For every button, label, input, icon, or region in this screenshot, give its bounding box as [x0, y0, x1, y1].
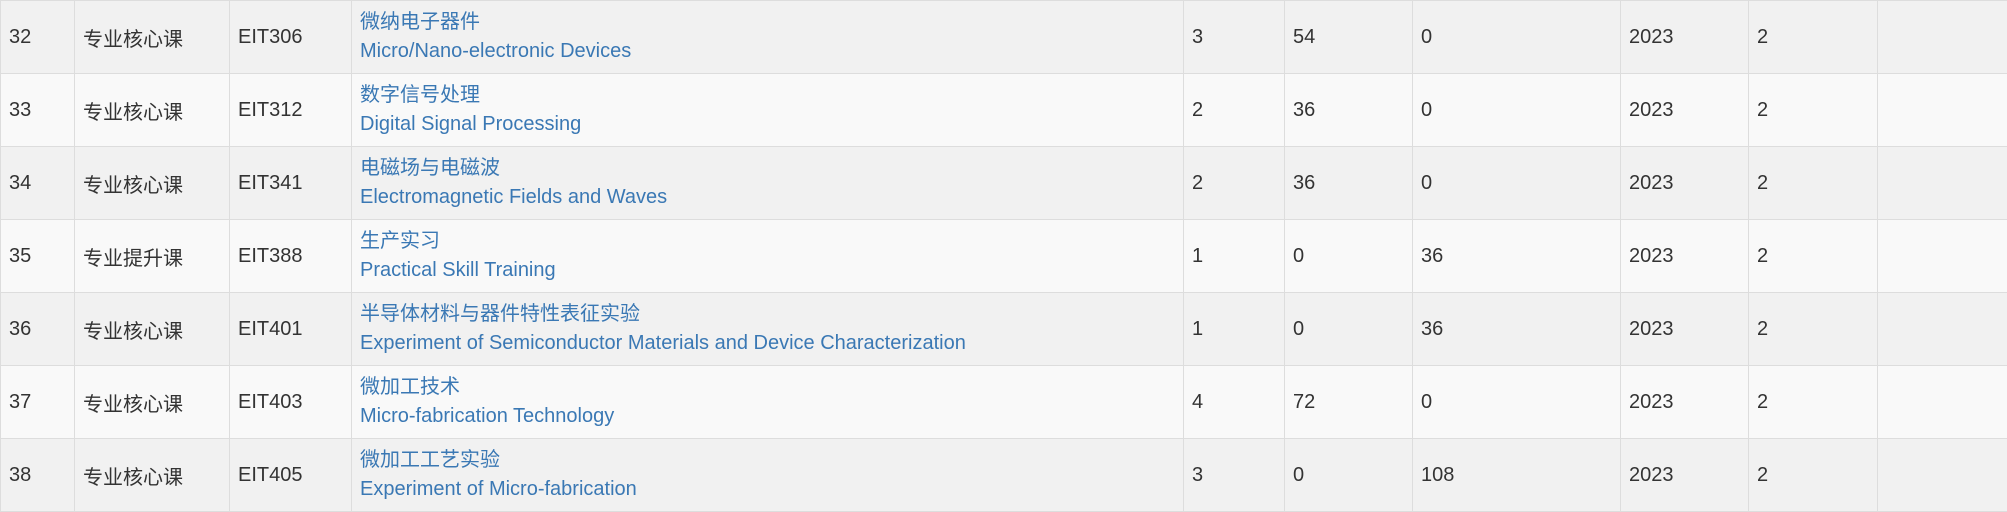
course-code: EIT388: [229, 219, 352, 293]
table-row: 34 专业核心课 EIT341 电磁场与电磁波 Electromagnetic …: [0, 146, 2007, 220]
course-type: 专业核心课: [74, 146, 230, 220]
course-code: EIT401: [229, 292, 352, 366]
row-index: 38: [0, 438, 75, 512]
lab-hours: 36: [1412, 292, 1621, 366]
course-type: 专业核心课: [74, 0, 230, 74]
lecture-hours: 36: [1284, 146, 1413, 220]
term: 2: [1748, 365, 1878, 439]
course-name-en-link[interactable]: Micro-fabrication Technology: [360, 402, 1175, 431]
year: 2023: [1620, 365, 1749, 439]
course-type: 专业核心课: [74, 73, 230, 147]
lab-hours: 108: [1412, 438, 1621, 512]
year: 2023: [1620, 146, 1749, 220]
course-name-cell: 数字信号处理 Digital Signal Processing: [351, 73, 1184, 147]
course-name-cn-link[interactable]: 微纳电子器件: [360, 8, 1175, 37]
term: 2: [1748, 438, 1878, 512]
course-table: 32 专业核心课 EIT306 微纳电子器件 Micro/Nano-electr…: [0, 0, 2007, 512]
note: [1877, 292, 2007, 366]
lab-hours: 0: [1412, 73, 1621, 147]
course-credits: 2: [1183, 146, 1285, 220]
term: 2: [1748, 146, 1878, 220]
course-code: EIT403: [229, 365, 352, 439]
term: 2: [1748, 73, 1878, 147]
year: 2023: [1620, 0, 1749, 74]
row-index: 35: [0, 219, 75, 293]
course-name-en-link[interactable]: Experiment of Micro-fabrication: [360, 475, 1175, 504]
course-type: 专业提升课: [74, 219, 230, 293]
lecture-hours: 36: [1284, 73, 1413, 147]
course-name-en-link[interactable]: Experiment of Semiconductor Materials an…: [360, 329, 1175, 358]
row-index: 33: [0, 73, 75, 147]
note: [1877, 365, 2007, 439]
lab-hours: 0: [1412, 365, 1621, 439]
course-name-cell: 微加工技术 Micro-fabrication Technology: [351, 365, 1184, 439]
term: 2: [1748, 292, 1878, 366]
table-row: 33 专业核心课 EIT312 数字信号处理 Digital Signal Pr…: [0, 73, 2007, 147]
course-credits: 2: [1183, 73, 1285, 147]
note: [1877, 438, 2007, 512]
course-credits: 4: [1183, 365, 1285, 439]
year: 2023: [1620, 73, 1749, 147]
note: [1877, 219, 2007, 293]
course-name-cn-link[interactable]: 生产实习: [360, 227, 1175, 256]
course-name-cn-link[interactable]: 电磁场与电磁波: [360, 154, 1175, 183]
lab-hours: 0: [1412, 146, 1621, 220]
course-credits: 1: [1183, 292, 1285, 366]
lecture-hours: 54: [1284, 0, 1413, 74]
row-index: 34: [0, 146, 75, 220]
course-name-cell: 生产实习 Practical Skill Training: [351, 219, 1184, 293]
note: [1877, 73, 2007, 147]
course-table-body: 32 专业核心课 EIT306 微纳电子器件 Micro/Nano-electr…: [0, 0, 2007, 512]
table-row: 32 专业核心课 EIT306 微纳电子器件 Micro/Nano-electr…: [0, 0, 2007, 74]
note: [1877, 146, 2007, 220]
lecture-hours: 0: [1284, 292, 1413, 366]
course-type: 专业核心课: [74, 438, 230, 512]
table-row: 35 专业提升课 EIT388 生产实习 Practical Skill Tra…: [0, 219, 2007, 293]
lab-hours: 36: [1412, 219, 1621, 293]
course-code: EIT405: [229, 438, 352, 512]
lecture-hours: 0: [1284, 438, 1413, 512]
term: 2: [1748, 0, 1878, 74]
course-code: EIT341: [229, 146, 352, 220]
course-code: EIT312: [229, 73, 352, 147]
course-name-cell: 微加工工艺实验 Experiment of Micro-fabrication: [351, 438, 1184, 512]
course-name-cn-link[interactable]: 数字信号处理: [360, 81, 1175, 110]
lecture-hours: 72: [1284, 365, 1413, 439]
course-credits: 3: [1183, 438, 1285, 512]
course-type: 专业核心课: [74, 365, 230, 439]
course-name-en-link[interactable]: Electromagnetic Fields and Waves: [360, 183, 1175, 212]
course-type: 专业核心课: [74, 292, 230, 366]
course-name-en-link[interactable]: Digital Signal Processing: [360, 110, 1175, 139]
course-name-cn-link[interactable]: 微加工技术: [360, 373, 1175, 402]
course-name-en-link[interactable]: Micro/Nano-electronic Devices: [360, 37, 1175, 66]
course-name-cell: 半导体材料与器件特性表征实验 Experiment of Semiconduct…: [351, 292, 1184, 366]
lab-hours: 0: [1412, 0, 1621, 74]
year: 2023: [1620, 219, 1749, 293]
course-name-cell: 电磁场与电磁波 Electromagnetic Fields and Waves: [351, 146, 1184, 220]
course-name-cell: 微纳电子器件 Micro/Nano-electronic Devices: [351, 0, 1184, 74]
note: [1877, 0, 2007, 74]
table-row: 38 专业核心课 EIT405 微加工工艺实验 Experiment of Mi…: [0, 438, 2007, 512]
lecture-hours: 0: [1284, 219, 1413, 293]
row-index: 32: [0, 0, 75, 74]
year: 2023: [1620, 292, 1749, 366]
table-row: 37 专业核心课 EIT403 微加工技术 Micro-fabrication …: [0, 365, 2007, 439]
row-index: 37: [0, 365, 75, 439]
table-row: 36 专业核心课 EIT401 半导体材料与器件特性表征实验 Experimen…: [0, 292, 2007, 366]
course-name-en-link[interactable]: Practical Skill Training: [360, 256, 1175, 285]
row-index: 36: [0, 292, 75, 366]
term: 2: [1748, 219, 1878, 293]
course-name-cn-link[interactable]: 微加工工艺实验: [360, 446, 1175, 475]
course-name-cn-link[interactable]: 半导体材料与器件特性表征实验: [360, 300, 1175, 329]
course-credits: 1: [1183, 219, 1285, 293]
year: 2023: [1620, 438, 1749, 512]
course-code: EIT306: [229, 0, 352, 74]
course-credits: 3: [1183, 0, 1285, 74]
